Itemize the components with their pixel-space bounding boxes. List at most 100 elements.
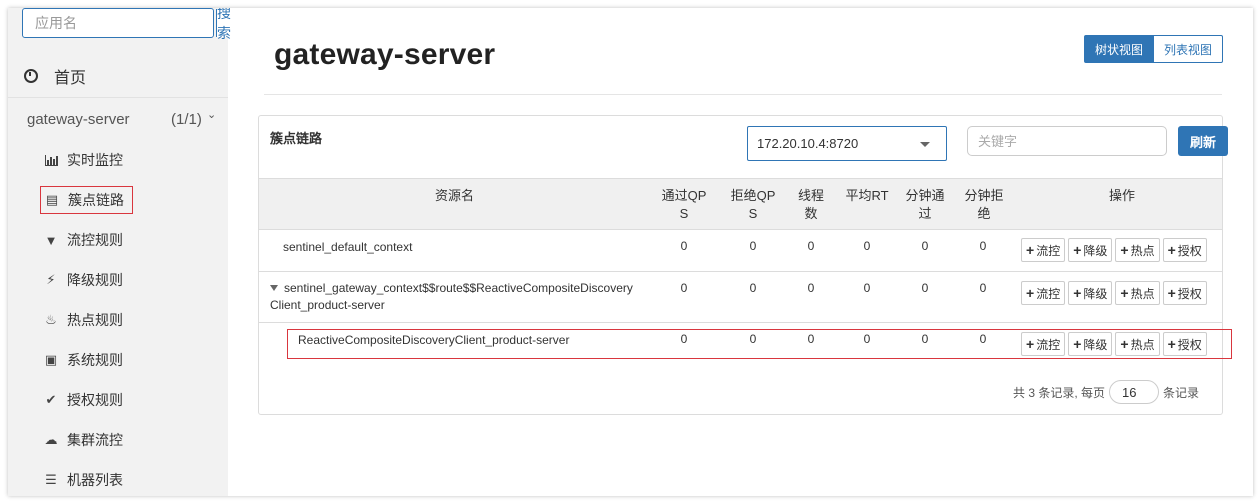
authority-rule-button[interactable]: + 授权 xyxy=(1162,332,1207,356)
th-minute-pass: 分钟通 过 xyxy=(905,188,945,221)
view-toggle: 树状视图 列表视图 xyxy=(1083,35,1223,63)
cluster-point-panel: 簇点链路 172.20.10.4:8720 刷新 资源名 通过QP S 拒绝QP… xyxy=(258,115,1232,415)
pass-qps: 0 xyxy=(680,281,688,295)
menu-item-label: 热点规则 xyxy=(67,312,123,328)
th-avg-rt: 平均RT xyxy=(845,188,889,203)
minute-block: 0 xyxy=(979,281,987,295)
avg-rt: 0 xyxy=(863,332,871,346)
flash-icon: ⚡︎ xyxy=(46,272,56,287)
table-row: sentinel_gateway_context$$route$$Reactiv… xyxy=(259,272,1222,323)
authority-rule-button[interactable]: + 授权 xyxy=(1162,238,1207,262)
menu-item-cluster-flow[interactable]: ☁ 集群流控 xyxy=(44,426,124,454)
th-threads: 线程 数 xyxy=(797,188,824,221)
flow-rule-button[interactable]: + 流控 xyxy=(1021,238,1066,262)
list-view-button[interactable]: 列表视图 xyxy=(1153,35,1223,63)
table-row: ReactiveCompositeDiscoveryClient_product… xyxy=(259,323,1222,365)
menu-item-label: 机器列表 xyxy=(67,472,123,488)
block-qps: 0 xyxy=(749,332,757,346)
hot-param-rule-button[interactable]: + 热点 xyxy=(1115,332,1160,356)
hot-param-rule-button[interactable]: + 热点 xyxy=(1115,281,1160,305)
pass-qps: 0 xyxy=(680,332,688,346)
th-pass-qps: 通过QP S xyxy=(661,188,707,221)
row-actions: + 流控 + 降级 + 热点 + 授权 xyxy=(1021,332,1207,356)
menu-item-degrade-rules[interactable]: ⚡︎ 降级规则 xyxy=(44,266,123,294)
menu-item-cluster-point[interactable]: ▤ 簇点链路 xyxy=(40,186,133,214)
menu-item-label: 簇点链路 xyxy=(68,192,124,208)
divider xyxy=(264,94,1222,95)
list-icon: ▤ xyxy=(45,192,59,207)
app-group-gateway-server[interactable]: gateway-server (1/1) ⌄ xyxy=(8,104,228,134)
menu-item-label: 流控规则 xyxy=(67,232,123,248)
avg-rt: 0 xyxy=(863,239,871,253)
chevron-down-icon: ⌄ xyxy=(207,109,217,121)
machine-select[interactable]: 172.20.10.4:8720 xyxy=(747,126,947,161)
filter-icon: ▼ xyxy=(44,232,58,248)
nav-home-label: 首页 xyxy=(54,69,87,87)
panel-header: 簇点链路 172.20.10.4:8720 刷新 xyxy=(259,116,1228,178)
table-header: 资源名 通过QP S 拒绝QP S 线程 数 平均RT 分钟通 过 分钟拒 绝 … xyxy=(259,178,1222,230)
th-block-qps: 拒绝QP S xyxy=(730,188,776,221)
resource-name[interactable]: sentinel_gateway_context$$route$$Reactiv… xyxy=(270,280,650,314)
resource-name: ReactiveCompositeDiscoveryClient_product… xyxy=(298,333,570,347)
page-size-input[interactable]: 16 xyxy=(1109,380,1160,404)
menu-item-label: 实时监控 xyxy=(67,152,123,168)
app-search-input[interactable] xyxy=(23,9,216,37)
menu-item-machine-list[interactable]: ☰ 机器列表 xyxy=(44,466,123,494)
menu-item-flow-rules[interactable]: ▼ 流控规则 xyxy=(44,226,123,254)
machine-select-value: 172.20.10.4:8720 xyxy=(757,136,859,151)
threads: 0 xyxy=(807,281,815,295)
minute-pass: 0 xyxy=(921,281,929,295)
app-machine-count: (1/1) xyxy=(171,110,202,128)
app-window: 搜索 首页 gateway-server (1/1) ⌄ 实时监控 ▤ 簇点链路… xyxy=(8,8,1253,496)
menu-item-system-rules[interactable]: ▣ 系统规则 xyxy=(44,346,123,374)
authority-rule-button[interactable]: + 授权 xyxy=(1162,281,1207,305)
hot-param-rule-button[interactable]: + 热点 xyxy=(1115,238,1160,262)
pagination: 共 3 条记录, 每页 16 条记录 xyxy=(1013,380,1199,404)
panel-title: 簇点链路 xyxy=(270,131,323,146)
menu-item-label: 授权规则 xyxy=(67,392,123,408)
refresh-button[interactable]: 刷新 xyxy=(1178,126,1228,156)
row-actions: + 流控 + 降级 + 热点 + 授权 xyxy=(1021,238,1207,262)
tree-view-button[interactable]: 树状视图 xyxy=(1083,35,1154,63)
cloud-icon: ☁ xyxy=(44,432,58,447)
main-content: gateway-server 树状视图 列表视图 簇点链路 172.20.10.… xyxy=(228,8,1253,496)
dashboard-icon xyxy=(24,68,38,83)
avg-rt: 0 xyxy=(863,281,871,295)
expand-triangle-icon[interactable] xyxy=(270,285,278,291)
menu-item-authority-rules[interactable]: ✔ 授权规则 xyxy=(44,386,123,414)
minute-pass: 0 xyxy=(921,332,929,346)
degrade-rule-button[interactable]: + 降级 xyxy=(1068,281,1113,305)
pager-suffix: 条记录 xyxy=(1163,385,1200,400)
degrade-rule-button[interactable]: + 降级 xyxy=(1068,238,1113,262)
menu-item-label: 系统规则 xyxy=(67,352,123,368)
pager-prefix: 共 3 条记录, 每页 xyxy=(1013,385,1106,400)
caret-down-icon xyxy=(920,142,930,147)
keyword-input[interactable] xyxy=(967,126,1167,156)
lock-icon: ▣ xyxy=(44,352,58,367)
menu-item-param-flow-rules[interactable]: ♨ 热点规则 xyxy=(44,306,123,334)
menu-item-label: 降级规则 xyxy=(67,272,123,288)
app-search: 搜索 xyxy=(22,8,231,41)
threads: 0 xyxy=(807,332,815,346)
th-actions: 操作 xyxy=(1109,188,1136,203)
app-name: gateway-server xyxy=(27,110,130,128)
minute-pass: 0 xyxy=(921,239,929,253)
flow-rule-button[interactable]: + 流控 xyxy=(1021,281,1066,305)
flow-rule-button[interactable]: + 流控 xyxy=(1021,332,1066,356)
bar-chart-icon xyxy=(44,153,58,168)
minute-block: 0 xyxy=(979,239,987,253)
sidebar: 搜索 首页 gateway-server (1/1) ⌄ 实时监控 ▤ 簇点链路… xyxy=(8,8,231,496)
check-icon: ✔ xyxy=(45,392,57,407)
table-row: sentinel_default_context 0 0 0 0 0 0 + 流控… xyxy=(259,230,1222,272)
block-qps: 0 xyxy=(749,239,757,253)
degrade-rule-button[interactable]: + 降级 xyxy=(1068,332,1113,356)
resource-name: sentinel_default_context xyxy=(283,240,413,254)
th-resource: 资源名 xyxy=(435,188,475,203)
row-actions: + 流控 + 降级 + 热点 + 授权 xyxy=(1021,281,1207,305)
nav-home[interactable]: 首页 xyxy=(8,54,228,98)
th-minute-block: 分钟拒 绝 xyxy=(964,188,1004,221)
menu-item-realtime-monitor[interactable]: 实时监控 xyxy=(44,146,123,174)
list-grid-icon: ☰ xyxy=(45,472,57,487)
minute-block: 0 xyxy=(979,332,987,346)
block-qps: 0 xyxy=(749,281,757,295)
